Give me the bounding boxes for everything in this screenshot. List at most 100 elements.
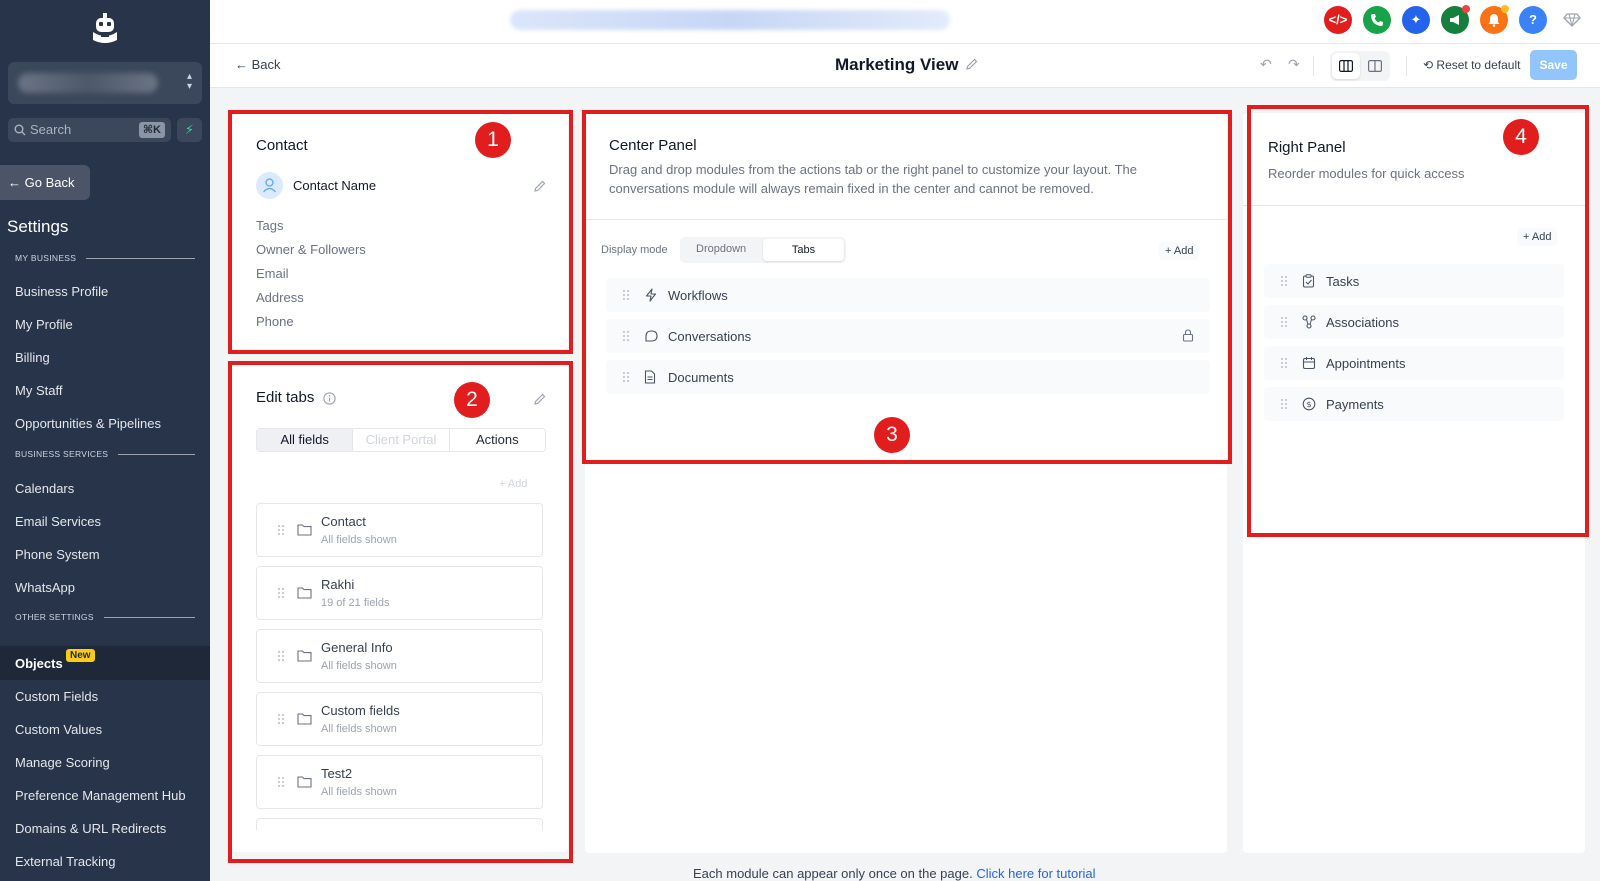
help-icon[interactable]: ? [1519, 6, 1547, 34]
edit-tabs-title: Edit tabs [256, 389, 315, 406]
bell-icon[interactable] [1480, 5, 1509, 34]
go-back-label: Go Back [24, 175, 75, 190]
drag-handle-icon[interactable] [277, 524, 285, 536]
center-add-button[interactable]: + Add [1159, 242, 1200, 260]
three-column-layout-button[interactable] [1332, 53, 1360, 79]
sidebar-item-phone-system[interactable]: Phone System [15, 547, 100, 562]
footer-note: Each module can appear only once on the … [693, 866, 1096, 881]
layout-toggle[interactable] [1330, 51, 1390, 81]
drag-handle-icon[interactable] [277, 587, 285, 599]
tab-card-rakhi[interactable]: Rakhi 19 of 21 fields [256, 566, 543, 620]
tab-client-portal[interactable]: Client Portal [352, 429, 450, 451]
notification-dot [1462, 5, 1470, 13]
edit-title-pencil-icon[interactable] [965, 57, 979, 71]
drag-handle-icon[interactable] [1280, 357, 1288, 369]
divider [1313, 56, 1314, 76]
drag-handle-icon[interactable] [277, 713, 285, 725]
account-switcher[interactable]: ▴ ▾ [8, 62, 202, 104]
sidebar-item-domains[interactable]: Domains & URL Redirects [15, 821, 166, 836]
two-column-icon[interactable] [1368, 60, 1382, 72]
field-email: Email [256, 266, 289, 281]
module-row-payments[interactable]: $ Payments [1264, 387, 1564, 421]
edit-tabs-pencil-icon[interactable] [533, 392, 547, 406]
section-business-services: BUSINESS SERVICES [15, 449, 195, 459]
diamond-icon[interactable] [1558, 6, 1586, 34]
field-tags: Tags [256, 218, 284, 233]
sidebar-item-objects[interactable]: Objects New [0, 646, 210, 680]
tab-card-general-info[interactable]: General Info All fields shown [256, 629, 543, 683]
drag-handle-icon[interactable] [1280, 275, 1288, 287]
module-row-workflows[interactable]: Workflows [606, 278, 1210, 312]
sidebar-item-custom-fields[interactable]: Custom Fields [15, 689, 98, 704]
module-row-tasks[interactable]: Tasks [1264, 264, 1564, 298]
module-name: Tasks [1326, 274, 1360, 289]
new-badge: New [66, 649, 95, 662]
drag-handle-icon[interactable] [277, 776, 285, 788]
search-shortcut: ⌘K [138, 122, 165, 138]
tab-actions[interactable]: Actions [450, 429, 545, 451]
account-name-blurred [18, 73, 158, 93]
tab-card-custom-fields[interactable]: Custom fields All fields shown [256, 692, 543, 746]
save-button[interactable]: Save [1530, 50, 1577, 80]
sidebar-item-preference-hub[interactable]: Preference Management Hub [15, 788, 186, 803]
drag-handle-icon[interactable] [622, 330, 630, 342]
sidebar-item-whatsapp[interactable]: WhatsApp [15, 580, 75, 595]
sidebar-item-opportunities[interactable]: Opportunities & Pipelines [15, 416, 161, 431]
sidebar-item-my-profile[interactable]: My Profile [15, 317, 73, 332]
tab-card-test2[interactable]: Test2 All fields shown [256, 755, 543, 809]
drag-handle-icon[interactable] [622, 371, 630, 383]
module-row-appointments[interactable]: Appointments [1264, 346, 1564, 380]
module-row-conversations[interactable]: Conversations [606, 319, 1210, 353]
module-name: Workflows [668, 288, 728, 303]
tab-card-subtitle: All fields shown [321, 660, 397, 672]
view-header: ← Back Marketing View ↶ ↷ ⟲ Reset to def… [210, 44, 1600, 88]
tab-card-contact[interactable]: Contact All fields shown [256, 503, 543, 557]
phone-icon[interactable] [1363, 6, 1391, 34]
annotation-marker-1: 1 [475, 122, 511, 158]
sidebar-item-billing[interactable]: Billing [15, 350, 50, 365]
page-title: Marketing View [835, 55, 959, 74]
module-row-associations[interactable]: Associations [1264, 305, 1564, 339]
sidebar-item-calendars[interactable]: Calendars [15, 481, 74, 496]
drag-handle-icon[interactable] [1280, 316, 1288, 328]
mode-tabs[interactable]: Tabs [763, 239, 844, 261]
sidebar-item-email-services[interactable]: Email Services [15, 514, 101, 529]
back-button[interactable]: ← Back [235, 57, 281, 72]
right-add-button[interactable]: + Add [1517, 228, 1558, 246]
go-back-button[interactable]: ← Go Back [0, 165, 90, 200]
arrow-left-icon: ← [235, 57, 248, 72]
sparkle-icon[interactable]: ✦ [1402, 6, 1430, 34]
undo-icon[interactable]: ↶ [1260, 56, 1272, 73]
lock-icon [1182, 329, 1194, 342]
info-icon[interactable] [323, 392, 336, 405]
tab-card-partial[interactable] [256, 818, 543, 830]
sidebar-search[interactable]: Search ⌘K [8, 118, 171, 142]
code-icon[interactable]: </> [1324, 6, 1352, 34]
drag-handle-icon[interactable] [622, 289, 630, 301]
sidebar-item-business-profile[interactable]: Business Profile [15, 284, 108, 299]
module-name: Appointments [1326, 356, 1406, 371]
sidebar-item-custom-values[interactable]: Custom Values [15, 722, 102, 737]
edit-contact-pencil-icon[interactable] [533, 179, 547, 193]
drag-handle-icon[interactable] [277, 650, 285, 662]
bolt-button[interactable]: ⚡ [177, 118, 202, 142]
mode-dropdown[interactable]: Dropdown [696, 243, 746, 255]
tab-card-subtitle: All fields shown [321, 723, 397, 735]
module-row-documents[interactable]: Documents [606, 360, 1210, 394]
sidebar-item-my-staff[interactable]: My Staff [15, 383, 62, 398]
calendar-icon [1302, 357, 1316, 370]
folder-icon [297, 713, 312, 725]
sidebar-item-external-tracking[interactable]: External Tracking [15, 854, 115, 869]
tutorial-link[interactable]: Click here for tutorial [976, 866, 1095, 881]
sidebar-item-manage-scoring[interactable]: Manage Scoring [15, 755, 110, 770]
redo-icon[interactable]: ↷ [1288, 56, 1300, 73]
edit-tabs-add-button[interactable]: + Add [493, 475, 533, 493]
drag-handle-icon[interactable] [1280, 398, 1288, 410]
reset-to-default-button[interactable]: ⟲ Reset to default [1423, 58, 1520, 72]
tab-all-fields[interactable]: All fields [257, 429, 353, 451]
module-name: Conversations [668, 329, 752, 344]
contact-panel-title: Contact [256, 137, 308, 154]
center-panel-title: Center Panel [609, 137, 697, 154]
megaphone-icon[interactable] [1441, 5, 1470, 34]
reset-icon: ⟲ [1423, 58, 1434, 72]
